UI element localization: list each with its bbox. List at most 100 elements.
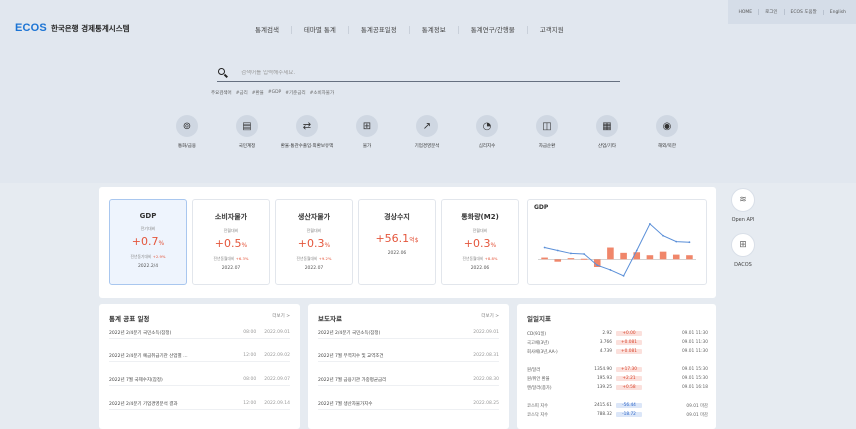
keyword-link[interactable]: #GDP bbox=[268, 90, 281, 96]
quick-link-exchange[interactable]: ⇄ 환율·통관수출입·외환보유액 bbox=[277, 115, 337, 150]
chart-bar bbox=[620, 252, 627, 260]
nav-item-research[interactable]: 통계연구/간행물 bbox=[457, 26, 527, 34]
popular-keywords: 주요검색어 #금리 #환율 #GDP #기준금리 #소비자물가 bbox=[211, 90, 334, 96]
quick-link-national-accounts[interactable]: ▤ 국민계정 bbox=[217, 115, 277, 150]
chart-bar bbox=[686, 255, 693, 260]
indicator-row[interactable]: 코스피 지수 2415.61 -56.44 09.01 마감 bbox=[527, 401, 708, 410]
site-logo[interactable]: ECOS 한국은행 경제통계시스템 bbox=[15, 22, 130, 34]
quick-link-industry[interactable]: ▦ 산업/기타 bbox=[577, 115, 637, 150]
daily-indicators-box: 일일지표 CD(91일) 2.92 +0.00 09.01 11:30 국고채(3년) 3… bbox=[517, 304, 716, 429]
keyword-link[interactable]: #기준금리 bbox=[285, 90, 305, 96]
indicator-row[interactable]: 코스닥 지수 788.32 -18.72 09.01 마감 bbox=[527, 410, 708, 419]
list-item[interactable]: 2022년 7월 금융기관 가중평균금리 2022.08.30 bbox=[318, 374, 499, 386]
indicator-change: +0.081 bbox=[616, 340, 642, 345]
card-date: 2022.06 bbox=[470, 266, 490, 271]
util-english-link[interactable]: English bbox=[822, 9, 852, 15]
list-item[interactable]: 2022년 7월 국제수지(잠정) 08:00 2022.09.07 bbox=[109, 374, 290, 386]
indicator-value: 139.25 bbox=[596, 385, 612, 390]
chart-line bbox=[544, 223, 690, 277]
indicator-card-current-account[interactable]: 경상수지 +56.1억$ 2022.06 bbox=[358, 199, 436, 285]
logo-text: 한국은행 경제통계시스템 bbox=[50, 23, 130, 33]
nav-item-stat-search[interactable]: 통계검색 bbox=[243, 26, 291, 34]
card-date: 2022.07 bbox=[221, 266, 241, 271]
indicator-row[interactable]: 국고채(3년) 3.766 +0.081 09.01 11:30 bbox=[527, 338, 708, 347]
press-release-box: 보도자료 더보기 > 2022년 2/4분기 국민소득(잠정) 2022.09.0… bbox=[308, 304, 509, 429]
more-link[interactable]: 더보기 > bbox=[481, 313, 499, 319]
chart-point bbox=[675, 240, 678, 243]
chart-point bbox=[556, 249, 559, 252]
indicator-row[interactable]: 엔/달러(종가) 139.25 +0.58 09.01 16:18 bbox=[527, 383, 708, 392]
indicator-value: 788.32 bbox=[596, 412, 612, 417]
nav-item-support[interactable]: 고객지원 bbox=[526, 26, 576, 34]
list-item[interactable]: 2022년 7월 무역지수 및 교역조건 2022.08.31 bbox=[318, 350, 499, 362]
indicator-time: 09.01 마감 bbox=[686, 412, 708, 418]
indicator-value: 3.766 bbox=[599, 340, 612, 345]
keyword-link[interactable]: #금리 bbox=[236, 90, 248, 96]
list-item[interactable]: 2022년 2/4분기 기업경영분석 결과 12:00 2022.09.14 bbox=[109, 398, 290, 410]
quick-link-label: 해외/북한 bbox=[657, 144, 677, 149]
card-value: +0.5% bbox=[214, 237, 248, 250]
money-icon: ⊚ bbox=[176, 115, 198, 137]
open-api-link[interactable]: ≋ Open API bbox=[726, 188, 760, 223]
side-label: DACOS bbox=[734, 262, 752, 268]
card-yoy: 전년동월대비 +6.3% bbox=[213, 256, 249, 261]
main-nav: 통계검색 테마별 통계 통계공표일정 통계정보 통계연구/간행물 고객지원 bbox=[243, 26, 576, 34]
util-help-link[interactable]: ECOS 도움말 bbox=[783, 9, 823, 15]
keyword-link[interactable]: #환율 bbox=[252, 90, 264, 96]
search-input[interactable] bbox=[241, 69, 541, 76]
quick-link-sentiment[interactable]: ◔ 심리지수 bbox=[457, 115, 517, 150]
side-label: Open API bbox=[731, 217, 755, 223]
dacos-link[interactable]: ⊞ DACOS bbox=[726, 233, 760, 268]
chart-icon: ↗ bbox=[416, 115, 438, 137]
basket-icon: ⊞ bbox=[356, 115, 378, 137]
indicator-name: 엔/달러(종가) bbox=[527, 385, 552, 391]
chart-point bbox=[688, 241, 691, 244]
quick-link-prices[interactable]: ⊞ 물가 bbox=[337, 115, 397, 150]
card-value: +56.1억$ bbox=[375, 232, 419, 245]
indicator-name: 코스닥 지수 bbox=[527, 412, 549, 418]
chart-bar bbox=[646, 255, 654, 260]
indicator-time: 09.01 마감 bbox=[686, 403, 708, 409]
util-home-link[interactable]: HOME bbox=[732, 10, 758, 15]
indicator-row[interactable]: 원/달러 1354.90 +17.30 09.01 15:30 bbox=[527, 365, 708, 374]
util-login-link[interactable]: 로그인 bbox=[758, 9, 783, 15]
indicator-card-m2[interactable]: 통화량(M2) 전월대비 +0.3% 전년동월대비 +8.8% 2022.06 bbox=[441, 199, 519, 285]
chart-point bbox=[609, 269, 612, 271]
indicator-card-gdp[interactable]: GDP 전기대비 +0.7% 전년동기대비 +2.9% 2022.2/4 bbox=[109, 199, 187, 285]
indicator-value: 195.93 bbox=[596, 376, 612, 381]
nav-item-theme-stats[interactable]: 테마별 통계 bbox=[290, 26, 348, 34]
card-title: 통화량(M2) bbox=[461, 213, 499, 221]
search-icon[interactable] bbox=[217, 67, 229, 79]
chart-point bbox=[543, 246, 546, 249]
list-item[interactable]: 2022년 2/4분기 예금취급기관 산업별 … 12:00 2022.09.02 bbox=[109, 350, 290, 362]
chart-bar bbox=[672, 254, 680, 260]
side-links: ≋ Open API ⊞ DACOS bbox=[726, 188, 760, 278]
indicator-change: +17.30 bbox=[616, 367, 642, 372]
quick-link-flow-of-funds[interactable]: ◫ 자금순환 bbox=[517, 115, 577, 150]
card-sub: 전기대비 bbox=[140, 226, 156, 231]
chart-bar bbox=[541, 257, 548, 260]
indicator-row[interactable]: 회사채(3년,AA-) 4.739 +0.081 09.01 11:30 bbox=[527, 347, 708, 356]
indicator-card-ppi[interactable]: 생산자물가 전월대비 +0.3% 전년동월대비 +9.2% 2022.07 bbox=[275, 199, 353, 285]
card-date: 2022.2/4 bbox=[137, 264, 159, 269]
quick-link-money[interactable]: ⊚ 통화/금융 bbox=[157, 115, 217, 150]
nav-item-stat-info[interactable]: 통계정보 bbox=[408, 26, 458, 34]
keyword-link[interactable]: #소비자물가 bbox=[310, 90, 334, 96]
card-sub: 전월대비 bbox=[472, 228, 488, 233]
list-item[interactable]: 2022년 2/4분기 국민소득(잠정) 2022.09.01 bbox=[318, 327, 499, 339]
indicator-name: 회사채(3년,AA-) bbox=[527, 349, 558, 355]
list-item[interactable]: 2022년 7월 생산자물가지수 2022.08.25 bbox=[318, 398, 499, 410]
indicator-row[interactable]: CD(91일) 2.92 +0.00 09.01 11:30 bbox=[527, 329, 708, 338]
quick-link-business[interactable]: ↗ 기업경영분석 bbox=[397, 115, 457, 150]
quick-links: ⊚ 통화/금융 ▤ 국민계정 ⇄ 환율·통관수출입·외환보유액 ⊞ 물가 ↗ 기업경영분석… bbox=[157, 115, 697, 150]
indicator-card-cpi[interactable]: 소비자물가 전월대비 +0.5% 전년동월대비 +6.3% 2022.07 bbox=[192, 199, 270, 285]
exchange-icon: ⇄ bbox=[296, 115, 318, 137]
nav-item-release-schedule[interactable]: 통계공표일정 bbox=[347, 26, 409, 34]
indicator-change: +0.00 bbox=[616, 331, 642, 336]
chart-bar bbox=[580, 258, 588, 260]
more-link[interactable]: 더보기 > bbox=[272, 313, 290, 319]
list-item[interactable]: 2022년 2/4분기 국민소득(잠정) 08:00 2022.09.01 bbox=[109, 327, 290, 339]
indicator-row[interactable]: 원/위안 환율 195.93 +2.21 09.01 15:30 bbox=[527, 374, 708, 383]
quick-link-overseas[interactable]: ◉ 해외/북한 bbox=[637, 115, 697, 150]
chart-point bbox=[649, 223, 651, 225]
